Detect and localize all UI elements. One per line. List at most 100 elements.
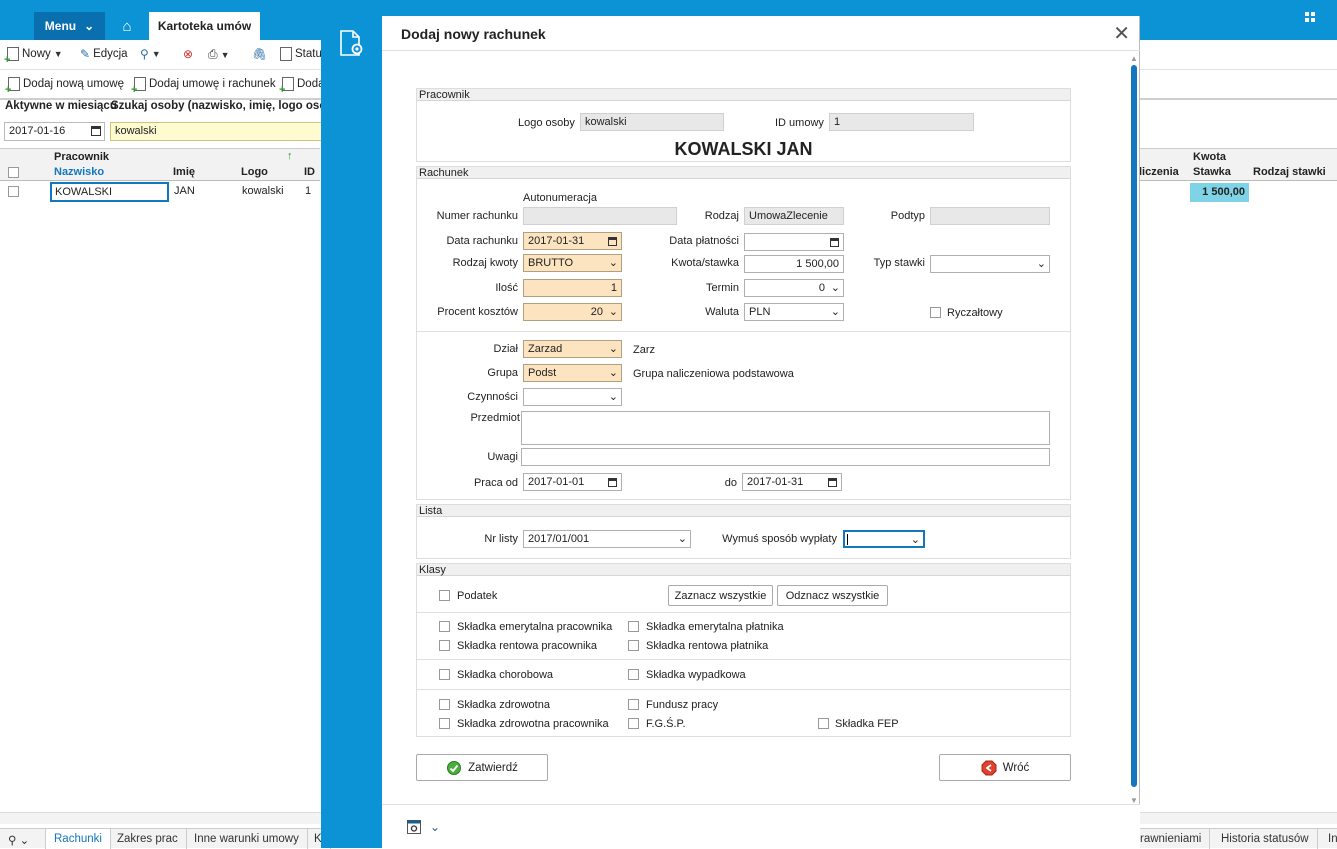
kwota-field[interactable]: 1 500,00	[744, 255, 844, 273]
vertical-scrollbar[interactable]: ▲ ▼	[1128, 54, 1140, 805]
scroll-thumb[interactable]	[1131, 65, 1137, 787]
zdrowotna-prac-checkbox[interactable]	[439, 718, 450, 729]
add-contract-button[interactable]: Dodaj nową umowę	[5, 77, 125, 96]
zdrowotna-checkbox[interactable]	[439, 699, 450, 710]
calendar-icon[interactable]	[608, 237, 617, 246]
select-all-button[interactable]: Zaznacz wszystkie	[668, 585, 773, 606]
grupa-select[interactable]: Podst ⌄	[523, 364, 622, 382]
col-nazwisko[interactable]: Nazwisko	[54, 166, 104, 178]
confirm-button[interactable]: Zatwierdź	[416, 754, 548, 781]
cell-stawka[interactable]: 1 500,00	[1190, 183, 1249, 202]
add-contract-label: Dodaj nową umowę	[23, 78, 125, 90]
print-button[interactable]: ⎙ ▼	[208, 47, 230, 62]
fundusz-checkbox[interactable]	[628, 699, 639, 710]
menu-button[interactable]: Menu ⌄	[34, 12, 105, 40]
emer-prac-checkbox[interactable]	[439, 621, 450, 632]
col-id[interactable]: ID	[304, 166, 315, 178]
logo-field: kowalski	[580, 113, 724, 131]
add-contract-bill-button[interactable]: Dodaj umowę i rachunek	[131, 77, 276, 96]
uwagi-field[interactable]	[521, 448, 1050, 466]
add-more-button[interactable]: Doda	[279, 77, 325, 96]
new-button[interactable]: Nowy▼	[4, 47, 63, 66]
data-rachunku-field[interactable]: 2017-01-31	[523, 232, 622, 250]
deselect-all-button[interactable]: Odznacz wszystkie	[777, 585, 888, 606]
typ-stawki-select[interactable]: ⌄	[930, 255, 1050, 273]
waluta-select[interactable]: PLN ⌄	[744, 303, 844, 321]
horizontal-scrollbar[interactable]	[0, 812, 322, 824]
status-button[interactable]: Statu	[280, 47, 322, 61]
tab-zakres-prac[interactable]: Zakres prac	[109, 829, 187, 849]
calendar-icon[interactable]	[828, 478, 837, 487]
autonumeracja-label: Autonumeracja	[523, 192, 597, 204]
calendar-icon[interactable]	[830, 238, 839, 247]
row-checkbox[interactable]	[8, 186, 19, 197]
przedmiot-field[interactable]	[521, 411, 1050, 445]
search-icon[interactable]: ⚲ ⌄	[0, 829, 46, 849]
close-icon[interactable]: ✕	[1113, 21, 1130, 46]
cell-nazwisko[interactable]: KOWALSKI	[50, 182, 169, 202]
chorobowa-checkbox[interactable]	[439, 669, 450, 680]
cell-id[interactable]: 1	[305, 185, 311, 197]
confirm-gear-icon	[447, 760, 462, 775]
podatek-checkbox[interactable]	[439, 590, 450, 601]
delete-button[interactable]: ⊗	[183, 47, 193, 61]
przedmiot-label: Przedmiot	[470, 412, 520, 424]
tab-inne-warunki[interactable]: Inne warunki umowy	[186, 829, 308, 849]
scroll-up-icon[interactable]: ▲	[1130, 54, 1138, 63]
tab-kartoteka[interactable]: Kartoteka umów	[149, 12, 260, 40]
calendar-icon[interactable]	[91, 126, 101, 136]
do-field[interactable]: 2017-01-31	[742, 473, 842, 491]
edit-button[interactable]: ✎ Edycja	[80, 47, 128, 61]
settings-menu[interactable]: ⌄	[406, 819, 440, 835]
termin-select[interactable]: 0 ⌄	[744, 279, 844, 297]
apps-grid-icon[interactable]	[1305, 12, 1315, 22]
tab-rawnieniami[interactable]: rawnieniami	[1132, 829, 1211, 849]
col-logo[interactable]: Logo	[241, 166, 268, 178]
dzial-value: Zarzad	[528, 343, 563, 355]
rent-prac-label: Składka rentowa pracownika	[457, 640, 598, 652]
paperclip-icon: 🖇	[252, 47, 268, 61]
home-icon[interactable]: ⌂	[112, 14, 142, 38]
data-platnosci-field[interactable]	[744, 233, 844, 251]
col-imie[interactable]: Imię	[173, 166, 195, 178]
fep-checkbox[interactable]	[818, 718, 829, 729]
group-pracownik: Pracownik	[54, 151, 110, 163]
fgsp-checkbox[interactable]	[628, 718, 639, 729]
nr-listy-select[interactable]: 2017/01/001 ⌄	[523, 530, 691, 548]
uwagi-label: Uwagi	[487, 451, 518, 463]
dzial-select[interactable]: Zarzad ⌄	[523, 340, 622, 358]
praca-od-field[interactable]: 2017-01-01	[523, 473, 622, 491]
emer-plat-checkbox[interactable]	[628, 621, 639, 632]
search-person-input[interactable]: kowalski	[110, 122, 325, 141]
rent-plat-checkbox[interactable]	[628, 640, 639, 651]
horizontal-scrollbar-right[interactable]	[1140, 812, 1337, 824]
wymus-select[interactable]: ⌄	[843, 530, 925, 548]
cell-logo[interactable]: kowalski	[242, 185, 284, 197]
tab-in[interactable]: In	[1320, 829, 1337, 849]
active-month-input[interactable]: 2017-01-16	[4, 122, 105, 141]
preview-button[interactable]: ⚲ ▼	[140, 47, 161, 61]
calendar-icon[interactable]	[608, 478, 617, 487]
cell-imie[interactable]: JAN	[174, 185, 195, 197]
podtyp-field	[930, 207, 1050, 225]
back-button[interactable]: Wróć	[939, 754, 1071, 781]
tab-rachunki[interactable]: Rachunki	[46, 829, 111, 849]
czynnosci-select[interactable]: ⌄	[523, 388, 622, 406]
rodzaj-kwoty-select[interactable]: BRUTTO ⌄	[523, 254, 622, 272]
wypadkowa-checkbox[interactable]	[628, 669, 639, 680]
ryczaltowy-checkbox[interactable]	[930, 307, 941, 318]
chevron-down-icon: ▼	[53, 49, 63, 59]
tab-historia-statusow[interactable]: Historia statusów	[1213, 829, 1318, 849]
data-rachunku-label: Data rachunku	[446, 235, 518, 247]
ilosc-label: Ilość	[495, 282, 518, 294]
rodzaj-field: UmowaZlecenie	[744, 207, 844, 225]
col-rodzaj-stawki[interactable]: Rodzaj stawki	[1253, 166, 1326, 178]
procent-select[interactable]: 20 ⌄	[523, 303, 622, 321]
col-liczenia[interactable]: liczenia	[1139, 166, 1179, 178]
col-stawka[interactable]: Stawka	[1193, 166, 1231, 178]
select-all-checkbox[interactable]	[8, 167, 19, 178]
rent-prac-checkbox[interactable]	[439, 640, 450, 651]
ilosc-field[interactable]: 1	[523, 279, 622, 297]
attach-button[interactable]: 🖇	[252, 47, 267, 61]
sort-icon[interactable]: ↑	[287, 150, 293, 162]
